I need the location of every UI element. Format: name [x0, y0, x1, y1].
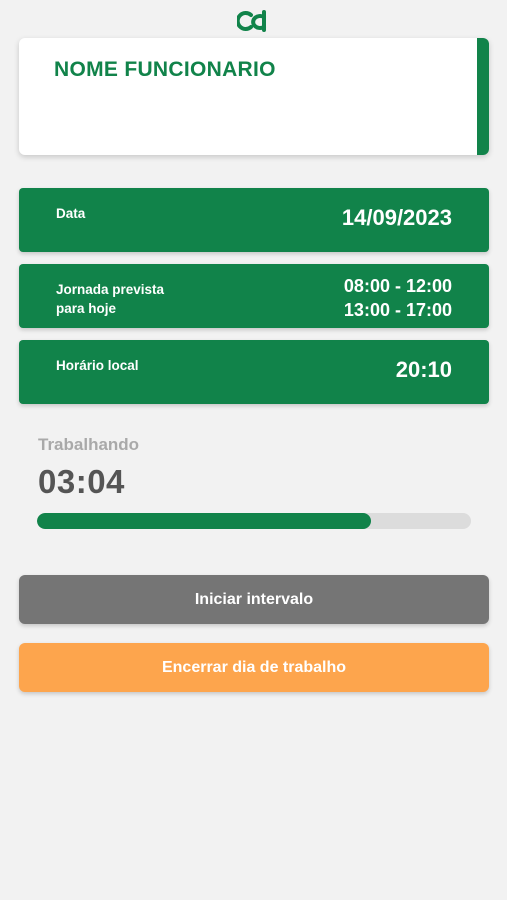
schedule-label-line2: para hoje [56, 301, 117, 316]
work-elapsed-time: 03:04 [38, 463, 125, 500]
schedule-value: 08:00 - 12:00 13:00 - 17:00 [344, 274, 452, 322]
employee-name: NOME FUNCIONARIO [54, 58, 276, 81]
date-label: Data [56, 206, 86, 221]
schedule-label-line1: Jornada prevista [56, 282, 165, 297]
local-time-label: Horário local [56, 358, 139, 373]
cd-logo-icon [237, 10, 266, 32]
local-time-value: 20:10 [395, 357, 452, 382]
employee-card: NOME FUNCIONARIO [19, 38, 489, 155]
schedule-shift-1: 08:00 - 12:00 [343, 276, 452, 296]
end-workday-button[interactable]: Encerrar dia de trabalho [19, 643, 489, 692]
date-value: 14/09/2023 [341, 205, 452, 230]
start-break-button[interactable]: Iniciar intervalo [19, 575, 489, 624]
work-progress-bar [37, 513, 471, 529]
schedule-label: Jornada prevista para hoje [56, 280, 164, 318]
date-card: Data 14/09/2023 [19, 188, 489, 252]
work-progress-fill [37, 513, 372, 529]
schedule-card: Jornada prevista para hoje 08:00 - 12:00… [19, 264, 489, 328]
employee-card-accent [477, 38, 489, 155]
schedule-shift-2: 13:00 - 17:00 [343, 300, 452, 320]
work-status: Trabalhando [38, 435, 140, 454]
local-time-card: Horário local 20:10 [19, 340, 489, 404]
